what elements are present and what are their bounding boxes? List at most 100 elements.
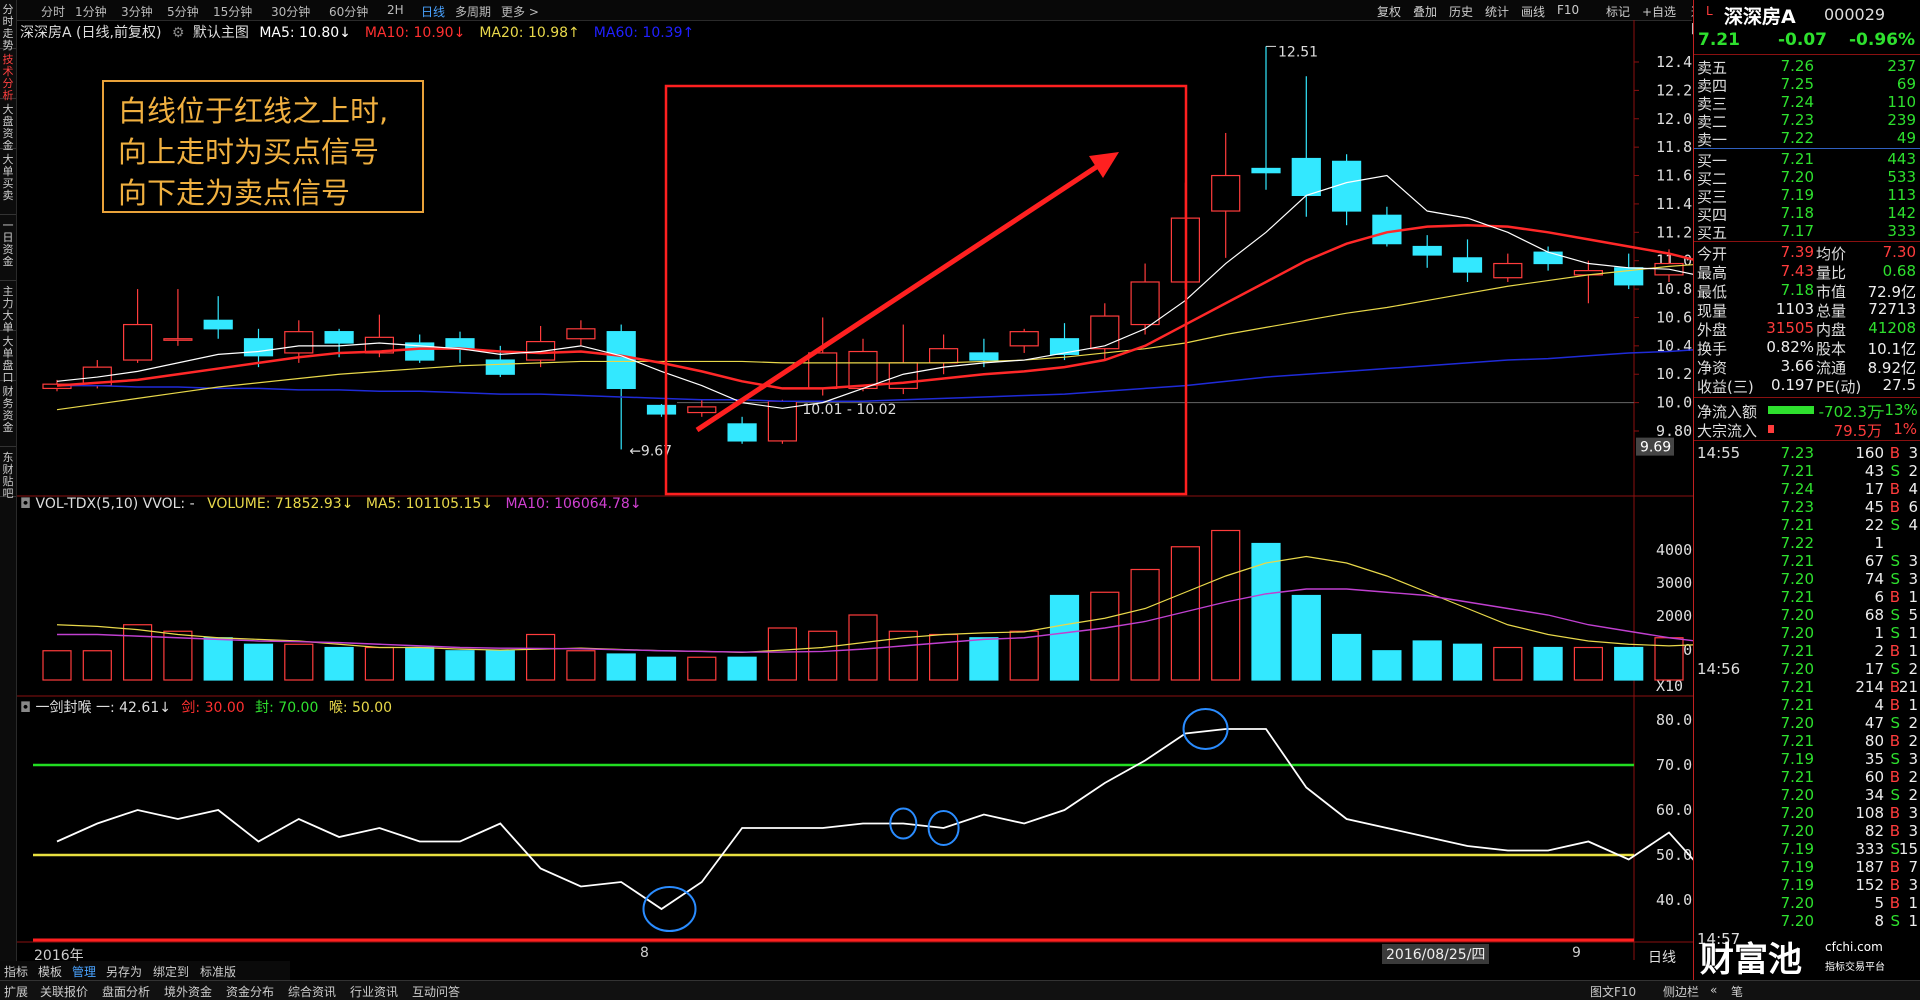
vol-tick: 30000 bbox=[1656, 574, 1693, 592]
range-label: 10.01 - 10.02 bbox=[802, 402, 896, 418]
tick-count: 1 bbox=[1908, 894, 1918, 912]
bottom-item-7[interactable]: 互动问答 bbox=[412, 983, 460, 1000]
annotation-box: 白线位于红线之上时, 向上走时为买点信号 向下走为卖点信号 bbox=[102, 80, 424, 213]
stat-label: 股本 bbox=[1816, 340, 1847, 358]
period-tab-9[interactable]: 多周期 bbox=[455, 3, 491, 20]
left-tab-7[interactable]: 财务资金 bbox=[0, 386, 16, 447]
toolbar-item-3[interactable]: 统计 bbox=[1485, 3, 1509, 20]
volume-bar bbox=[122, 624, 153, 681]
period-tab-3[interactable]: 5分钟 bbox=[167, 3, 199, 20]
indicator-tabs: 指标 模板 管理 另存为 绑定到 标准版 bbox=[0, 961, 290, 980]
ask-price: 7.26 bbox=[1780, 57, 1814, 75]
bid-volume: 443 bbox=[1887, 150, 1916, 168]
ask-price: 7.23 bbox=[1780, 111, 1814, 129]
left-tab-2[interactable]: 大盘资金 bbox=[0, 104, 16, 152]
indicator-tab-5[interactable]: 标准版 bbox=[200, 963, 236, 980]
price-tick: 11.80 bbox=[1656, 138, 1693, 156]
period-selector[interactable]: 日线 bbox=[1648, 947, 1676, 967]
tick-row: 7.24 17 B 4 bbox=[1694, 480, 1920, 498]
price-tick: 10.20 bbox=[1656, 365, 1693, 383]
period-tab-1[interactable]: 1分钟 bbox=[75, 3, 107, 20]
tick-price: 7.24 bbox=[1780, 480, 1814, 498]
period-tab-0[interactable]: 分时 bbox=[41, 3, 65, 20]
toolbar-item-1[interactable]: 叠加 bbox=[1413, 3, 1437, 20]
bottom-item-4[interactable]: 资金分布 bbox=[226, 983, 274, 1000]
stat-label: 流通 bbox=[1816, 359, 1847, 377]
candle bbox=[243, 338, 274, 357]
toolbar-item-7[interactable]: +自选 bbox=[1642, 3, 1676, 20]
period-tab-10[interactable]: 更多 > bbox=[501, 3, 539, 20]
tick-volume: 34 bbox=[1864, 786, 1884, 804]
toolbar-item-2[interactable]: 历史 bbox=[1449, 3, 1473, 20]
tick-count: 3 bbox=[1908, 552, 1918, 570]
inflow-bar bbox=[1768, 425, 1774, 433]
bottom-item-5[interactable]: 综合资讯 bbox=[288, 983, 336, 1000]
bottom-item-6[interactable]: 行业资讯 bbox=[350, 983, 398, 1000]
candle bbox=[284, 331, 314, 354]
volume-bar bbox=[1533, 646, 1563, 681]
tick-count: 2 bbox=[1908, 660, 1918, 678]
bottom-item-1[interactable]: 关联报价 bbox=[40, 983, 88, 1000]
bottom-item-2[interactable]: 盘面分析 bbox=[102, 983, 150, 1000]
bottom-item-3[interactable]: 境外资金 bbox=[164, 983, 212, 1000]
left-tab-3[interactable]: 大单买卖 bbox=[0, 154, 16, 215]
ask-row: 卖四 7.25 69 bbox=[1694, 75, 1920, 95]
annotation-line-2: 向上走时为买点信号 bbox=[118, 135, 380, 169]
change: -0.07 bbox=[1778, 30, 1827, 50]
tick-count: 3 bbox=[1908, 570, 1918, 588]
ind-feng: 封: 70.00 bbox=[255, 700, 319, 716]
inflow-value: 79.5万 bbox=[1833, 422, 1882, 440]
stat-value: 0.197 bbox=[1771, 376, 1814, 394]
period-tab-4[interactable]: 15分钟 bbox=[213, 3, 252, 20]
tick-count: 2 bbox=[1908, 462, 1918, 480]
tick-row: 7.20 5 B 1 bbox=[1694, 894, 1920, 912]
tick-row: 7.20 82 B 3 bbox=[1694, 822, 1920, 840]
toolbar-item-0[interactable]: 复权 bbox=[1377, 3, 1401, 20]
toolbar-item-5[interactable]: F10 bbox=[1557, 3, 1579, 17]
tick-row: 7.20 108 B 3 bbox=[1694, 804, 1920, 822]
indicator-tab-2[interactable]: 管理 bbox=[72, 963, 96, 980]
tick-row: 7.20 1 S 1 bbox=[1694, 624, 1920, 642]
indicator-tab-1[interactable]: 模板 bbox=[38, 963, 62, 980]
left-tab-6[interactable]: 大单盘口 bbox=[0, 336, 16, 384]
indicator-tab-4[interactable]: 绑定到 bbox=[153, 963, 189, 980]
volume-bar bbox=[364, 646, 394, 681]
left-tab-1[interactable]: 技术分析 bbox=[0, 54, 16, 102]
vol-name: VOL-TDX(5,10) VVOL: - bbox=[35, 496, 195, 512]
period-tab-8[interactable]: 日线 bbox=[421, 3, 445, 20]
indicator-tab-3[interactable]: 另存为 bbox=[106, 963, 142, 980]
indicator-tab-0[interactable]: 指标 bbox=[4, 963, 28, 980]
tick-row: 7.21 2 B 1 bbox=[1694, 642, 1920, 660]
collapse-icon[interactable]: ◘ bbox=[20, 700, 36, 716]
tick-price: 7.23 bbox=[1780, 498, 1814, 516]
bottom-item-0[interactable]: 扩展 bbox=[4, 983, 28, 1000]
toolbar-item-4[interactable]: 画线 bbox=[1521, 3, 1545, 20]
volume-bar bbox=[646, 656, 677, 681]
candle bbox=[808, 352, 838, 390]
stat-value: 1103 bbox=[1775, 300, 1814, 318]
ind-tick: 80.00 bbox=[1656, 711, 1693, 729]
collapse-icon[interactable]: ◘ bbox=[20, 496, 36, 512]
left-tab-4[interactable]: 一日资金 bbox=[0, 220, 16, 281]
logo-url: cfchi.com bbox=[1825, 940, 1883, 954]
tick-price: 7.20 bbox=[1780, 786, 1814, 804]
period-toolbar: 分时 1分钟 3分钟 5分钟 15分钟 30分钟 60分钟 2H 日线 多周期 更多 > 复权 叠加 历史… bbox=[17, 0, 1703, 36]
period-tab-7[interactable]: 2H bbox=[387, 3, 404, 17]
left-tab-5[interactable]: 主力大单 bbox=[0, 286, 16, 334]
volume-chart: 40000300002000010000X10 bbox=[42, 529, 1693, 695]
bottom-right-2[interactable]: « bbox=[1710, 983, 1717, 997]
period-tab-6[interactable]: 60分钟 bbox=[329, 3, 368, 20]
candle bbox=[445, 338, 475, 350]
left-tab-8[interactable]: 东财贴吧 bbox=[0, 452, 16, 500]
period-tab-5[interactable]: 30分钟 bbox=[271, 3, 310, 20]
toolbar-item-6[interactable]: 标记 bbox=[1606, 3, 1630, 20]
stat-value: 8.92亿 bbox=[1867, 359, 1916, 377]
bottom-right-1[interactable]: 侧边栏 bbox=[1663, 983, 1699, 1000]
left-tab-0[interactable]: 分时走势 bbox=[0, 4, 16, 52]
tick-volume: 17 bbox=[1864, 660, 1884, 678]
bottom-right-3[interactable]: 笔 bbox=[1731, 983, 1743, 1000]
ask-price: 7.22 bbox=[1780, 129, 1814, 147]
period-tab-2[interactable]: 3分钟 bbox=[121, 3, 153, 20]
bottom-right-0[interactable]: 图文F10 bbox=[1590, 983, 1636, 1000]
arrow-head bbox=[1089, 152, 1119, 178]
